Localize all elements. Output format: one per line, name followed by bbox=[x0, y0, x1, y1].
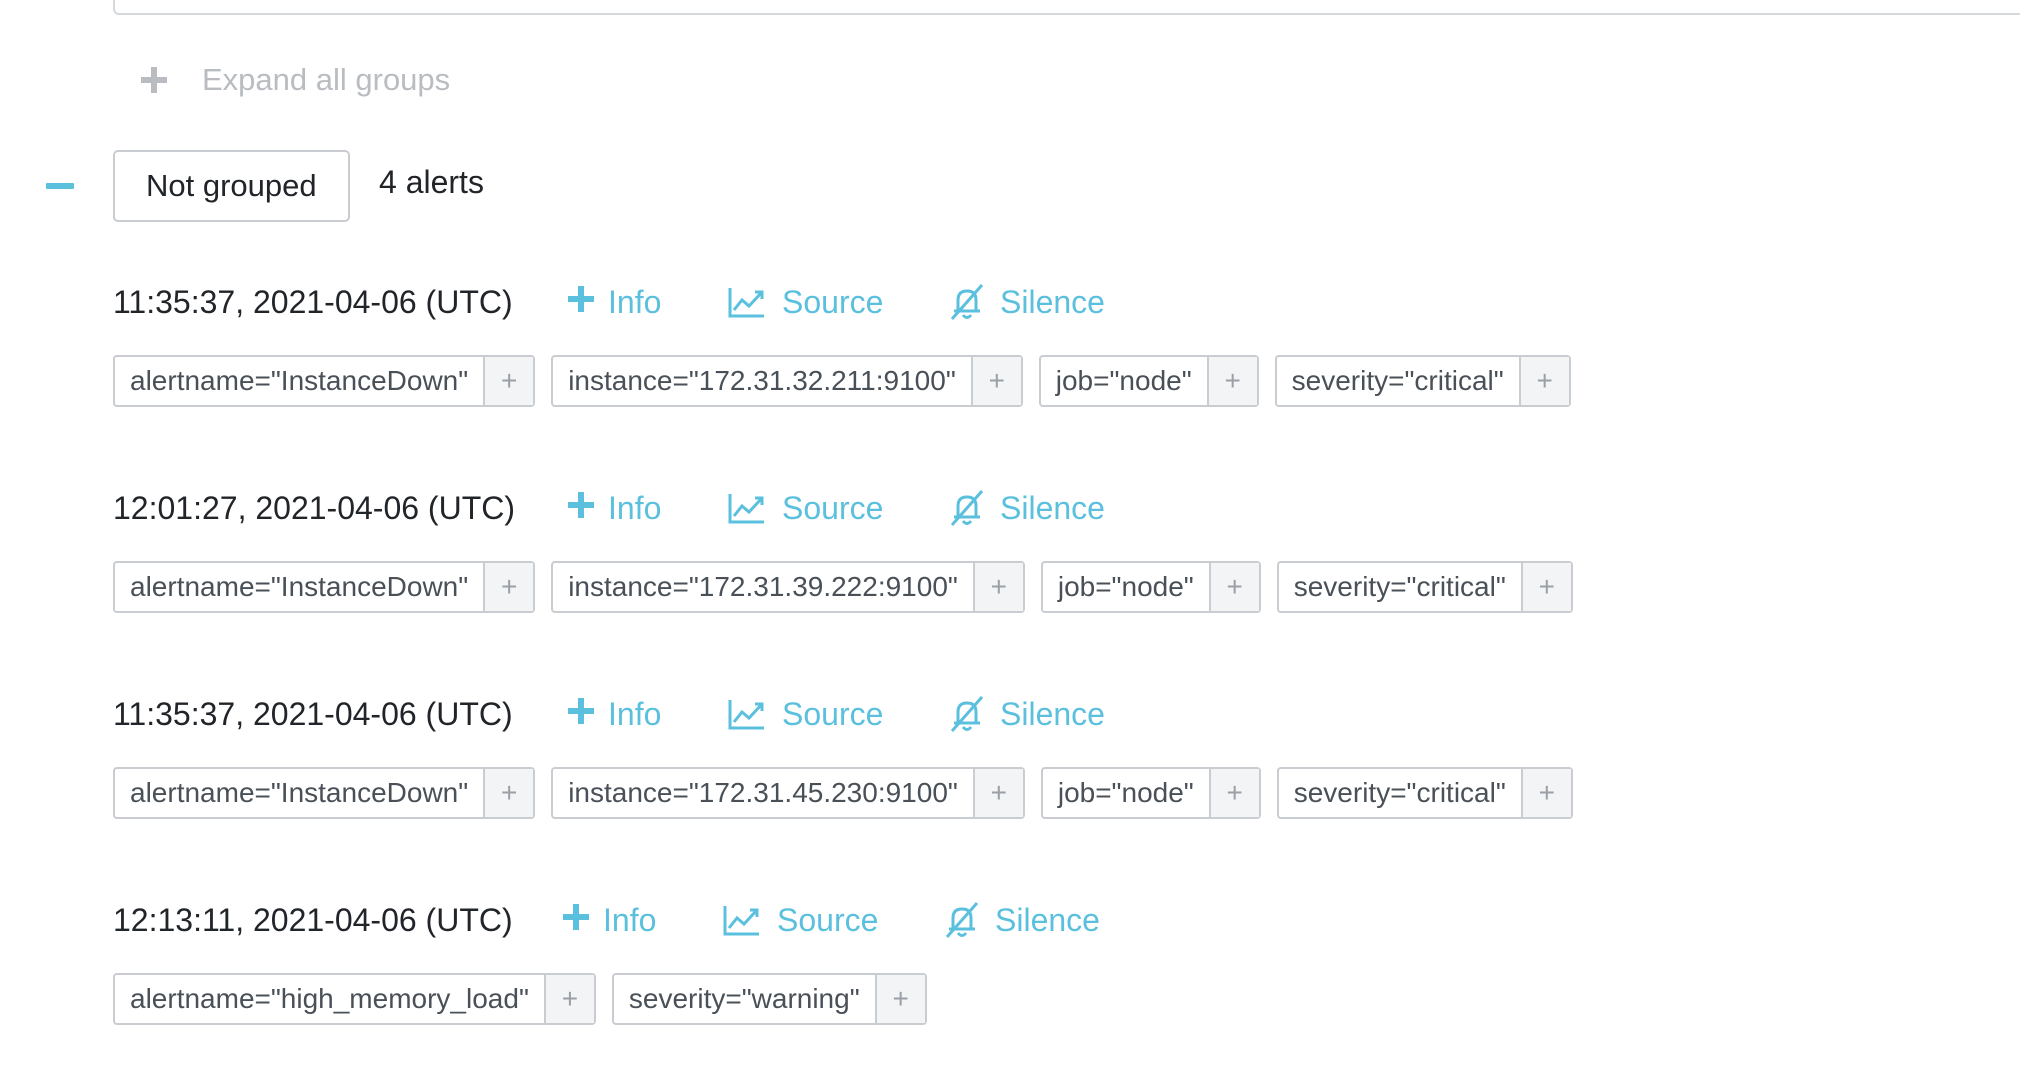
add-filter-button[interactable]: + bbox=[483, 769, 534, 817]
alert-timestamp: 11:35:37, 2021-04-06 (UTC) bbox=[113, 695, 513, 732]
add-filter-button[interactable]: + bbox=[483, 563, 534, 611]
bell-slash-icon bbox=[950, 284, 984, 320]
chart-line-icon bbox=[728, 494, 764, 524]
add-filter-button[interactable]: + bbox=[1208, 563, 1259, 611]
info-label: Info bbox=[608, 695, 662, 732]
source-label: Source bbox=[782, 695, 884, 732]
add-filter-button[interactable]: + bbox=[1518, 357, 1569, 405]
silence-label: Silence bbox=[1000, 695, 1105, 732]
source-label: Source bbox=[782, 283, 884, 320]
silence-button[interactable]: Silence bbox=[948, 695, 1105, 733]
silence-button[interactable]: Silence bbox=[943, 901, 1100, 939]
plus-icon bbox=[568, 698, 594, 724]
plus-icon bbox=[563, 904, 589, 930]
label-text: alertname="InstanceDown" bbox=[130, 365, 469, 396]
source-button[interactable]: Source bbox=[728, 490, 948, 527]
label-text: alertname="InstanceDown" bbox=[130, 777, 469, 808]
bell-slash-icon bbox=[950, 696, 984, 732]
label-text: severity="critical" bbox=[1293, 777, 1506, 808]
chart-line-icon bbox=[728, 700, 764, 730]
add-filter-button[interactable]: + bbox=[1520, 769, 1571, 817]
alert-item: 11:35:37, 2021-04-06 (UTC) Info Source S… bbox=[113, 689, 1589, 819]
group-alert-count: 4 alerts bbox=[379, 164, 484, 200]
label-filter-chip: severity="critical" + bbox=[1276, 561, 1573, 613]
silence-button[interactable]: Silence bbox=[948, 489, 1105, 527]
info-label: Info bbox=[608, 283, 662, 320]
info-button[interactable]: Info bbox=[568, 490, 728, 527]
label-text: alertname="high_memory_load" bbox=[130, 983, 529, 1014]
label-filter-chip: severity="critical" + bbox=[1276, 767, 1573, 819]
source-button[interactable]: Source bbox=[728, 284, 948, 321]
silence-label: Silence bbox=[1000, 489, 1105, 526]
source-label: Source bbox=[777, 901, 879, 938]
alert-item: 11:35:37, 2021-04-06 (UTC) Info Source S… bbox=[113, 277, 1587, 407]
add-filter-button[interactable]: + bbox=[1208, 769, 1259, 817]
add-filter-button[interactable]: + bbox=[1520, 563, 1571, 611]
label-filter-chip: instance="172.31.32.211:9100" + bbox=[551, 355, 1023, 407]
source-button[interactable]: Source bbox=[728, 696, 948, 733]
add-filter-button[interactable]: + bbox=[483, 357, 534, 405]
source-button[interactable]: Source bbox=[723, 902, 943, 939]
label-text: severity="critical" bbox=[1291, 365, 1504, 396]
label-filter-chip: alertname="InstanceDown" + bbox=[113, 561, 536, 613]
plus-icon bbox=[141, 67, 167, 93]
info-label: Info bbox=[608, 489, 662, 526]
label-text: alertname="InstanceDown" bbox=[130, 571, 469, 602]
alert-timestamp: 12:01:27, 2021-04-06 (UTC) bbox=[113, 489, 515, 526]
info-button[interactable]: Info bbox=[568, 696, 728, 733]
source-label: Source bbox=[782, 489, 884, 526]
info-button[interactable]: Info bbox=[568, 284, 728, 321]
filter-input-box[interactable] bbox=[113, 0, 2020, 15]
chart-line-icon bbox=[723, 906, 759, 936]
minus-icon bbox=[46, 183, 74, 189]
add-filter-button[interactable]: + bbox=[972, 563, 1023, 611]
alert-timestamp: 12:13:11, 2021-04-06 (UTC) bbox=[113, 901, 513, 938]
label-filter-chip: alertname="InstanceDown" + bbox=[113, 767, 536, 819]
plus-icon bbox=[568, 492, 594, 518]
label-filter-chip: severity="warning" + bbox=[611, 973, 927, 1025]
label-filter-chip: job="node" + bbox=[1040, 767, 1261, 819]
label-filter-chip: instance="172.31.45.230:9100" + bbox=[551, 767, 1025, 819]
label-filter-chip: alertname="InstanceDown" + bbox=[113, 355, 536, 407]
label-text: instance="172.31.32.211:9100" bbox=[568, 365, 956, 396]
info-label: Info bbox=[603, 901, 657, 938]
silence-label: Silence bbox=[995, 901, 1100, 938]
label-filter-chip: severity="critical" + bbox=[1274, 355, 1571, 407]
add-filter-button[interactable]: + bbox=[1206, 357, 1257, 405]
add-filter-button[interactable]: + bbox=[543, 975, 594, 1023]
plus-icon bbox=[568, 286, 594, 312]
silence-button[interactable]: Silence bbox=[948, 283, 1105, 321]
label-text: severity="critical" bbox=[1293, 571, 1506, 602]
collapse-group-button[interactable] bbox=[46, 178, 74, 194]
add-filter-button[interactable]: + bbox=[970, 357, 1021, 405]
chart-line-icon bbox=[728, 288, 764, 318]
alert-item: 12:13:11, 2021-04-06 (UTC) Info Source S… bbox=[113, 895, 1100, 1025]
label-text: instance="172.31.39.222:9100" bbox=[568, 571, 958, 602]
label-text: job="node" bbox=[1057, 777, 1194, 808]
label-text: job="node" bbox=[1055, 365, 1192, 396]
label-text: instance="172.31.45.230:9100" bbox=[568, 777, 958, 808]
label-filter-chip: job="node" + bbox=[1040, 561, 1261, 613]
bell-slash-icon bbox=[950, 490, 984, 526]
expand-all-label: Expand all groups bbox=[202, 62, 451, 97]
info-button[interactable]: Info bbox=[563, 902, 723, 939]
label-filter-chip: alertname="high_memory_load" + bbox=[113, 973, 596, 1025]
label-text: severity="warning" bbox=[628, 983, 860, 1014]
bell-slash-icon bbox=[945, 902, 979, 938]
label-filter-chip: instance="172.31.39.222:9100" + bbox=[551, 561, 1025, 613]
expand-all-groups-button[interactable]: Expand all groups bbox=[140, 58, 450, 102]
label-text: job="node" bbox=[1057, 571, 1194, 602]
add-filter-button[interactable]: + bbox=[972, 769, 1023, 817]
label-filter-chip: job="node" + bbox=[1038, 355, 1259, 407]
silence-label: Silence bbox=[1000, 283, 1105, 320]
alert-item: 12:01:27, 2021-04-06 (UTC) Info Source S… bbox=[113, 483, 1589, 613]
alert-timestamp: 11:35:37, 2021-04-06 (UTC) bbox=[113, 283, 513, 320]
add-filter-button[interactable]: + bbox=[874, 975, 925, 1023]
group-label: Not grouped bbox=[113, 150, 350, 222]
